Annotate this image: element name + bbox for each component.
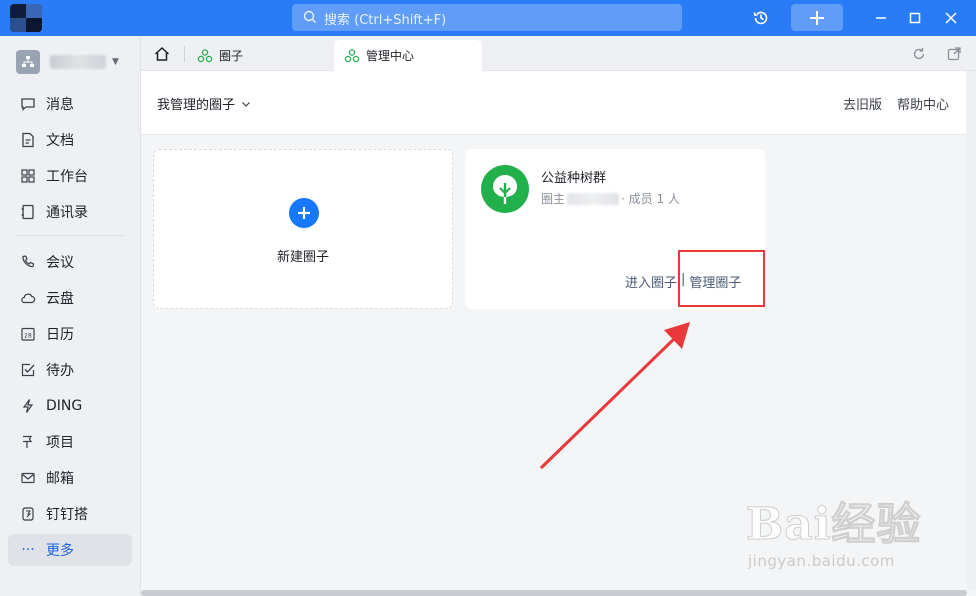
enter-circle-link[interactable]: 进入圈子 xyxy=(625,272,677,291)
dingtalk-builder-icon xyxy=(22,507,34,521)
org-icon xyxy=(16,50,40,74)
create-button[interactable] xyxy=(791,4,843,31)
sidebar-item-more[interactable]: ··· 更多 xyxy=(8,534,132,566)
document-icon xyxy=(22,132,34,148)
new-circle-label: 新建圈子 xyxy=(276,250,329,265)
tree-logo-icon xyxy=(481,165,529,213)
my-circles-dropdown[interactable]: 我管理的圈子 xyxy=(157,94,251,113)
mail-icon xyxy=(21,472,35,484)
sidebar-item-contacts[interactable]: 通讯录 xyxy=(8,196,132,228)
tab-management-center[interactable]: 管理中心 xyxy=(334,40,482,71)
sidebar-item-dingtalk-builder[interactable]: 钉钉搭 xyxy=(8,498,132,530)
search-icon xyxy=(303,10,316,23)
title-bar: 搜索 (Ctrl+Shift+F) xyxy=(0,0,976,36)
more-icon: ··· xyxy=(21,542,35,558)
sidebar-divider xyxy=(16,235,124,236)
annotation-highlight-box xyxy=(678,250,765,307)
sidebar-item-project[interactable]: 项目 xyxy=(8,426,132,458)
sidebar-item-todo[interactable]: 待办 xyxy=(8,354,132,386)
history-button[interactable] xyxy=(746,4,776,31)
svg-text:28: 28 xyxy=(24,333,32,340)
sidebar-item-docs[interactable]: 文档 xyxy=(8,124,132,156)
sidebar-item-meeting[interactable]: 会议 xyxy=(8,246,132,278)
minimize-button[interactable] xyxy=(866,4,896,31)
tab-separator xyxy=(184,46,185,62)
sidebar-item-mail[interactable]: 邮箱 xyxy=(8,462,132,494)
open-external-icon[interactable] xyxy=(947,47,961,61)
org-switcher[interactable]: ▼ xyxy=(16,50,119,74)
todo-icon xyxy=(21,363,35,377)
plus-icon xyxy=(810,10,824,25)
maximize-icon xyxy=(909,12,921,23)
message-icon xyxy=(21,98,35,111)
history-icon xyxy=(753,11,768,24)
calendar-icon: 28 xyxy=(21,327,35,341)
chevron-down-icon xyxy=(242,101,250,107)
tab-circles[interactable]: 圈子 xyxy=(187,40,327,71)
page-header: 我管理的圈子 去旧版 帮助中心 xyxy=(141,71,976,135)
org-name-redacted xyxy=(50,55,106,69)
baidu-jingyan-watermark: Bai经验 jingyan.baidu.com xyxy=(745,499,922,571)
close-button[interactable] xyxy=(936,4,966,31)
circle-group-icon xyxy=(197,48,213,62)
close-icon xyxy=(945,11,957,24)
sidebar-item-ding[interactable]: DING xyxy=(8,390,132,422)
project-icon xyxy=(23,435,33,448)
ding-icon xyxy=(22,399,34,413)
new-circle-card[interactable]: 新建圈子 xyxy=(153,149,453,309)
contacts-icon xyxy=(21,204,34,220)
circle-meta: 圈主 · 成员 1 人 xyxy=(541,192,680,206)
sidebar-item-cloud[interactable]: 云盘 xyxy=(8,282,132,314)
home-icon[interactable] xyxy=(153,45,171,63)
circle-group-icon xyxy=(344,48,360,62)
horizontal-scrollbar[interactable] xyxy=(141,590,967,596)
search-placeholder: 搜索 (Ctrl+Shift+F) xyxy=(324,13,447,28)
add-circle-icon xyxy=(289,198,319,228)
maximize-button[interactable] xyxy=(900,4,930,31)
refresh-icon[interactable] xyxy=(912,47,926,61)
sidebar-item-messages[interactable]: 消息 xyxy=(8,88,132,120)
search-input[interactable]: 搜索 (Ctrl+Shift+F) xyxy=(292,4,682,31)
sidebar-item-workbench[interactable]: 工作台 xyxy=(8,160,132,192)
minimize-icon xyxy=(876,16,886,19)
old-version-link[interactable]: 去旧版 xyxy=(843,94,882,113)
circle-name: 公益种树群 xyxy=(541,171,607,186)
workbench-icon xyxy=(21,169,35,183)
sidebar: ▼ 消息 文档 工作台 通讯录 会议 云盘 28 日历 待办 DING 项目 邮… xyxy=(0,36,141,596)
user-avatar[interactable] xyxy=(10,4,42,32)
sidebar-item-calendar[interactable]: 28 日历 xyxy=(8,318,132,350)
owner-name-redacted xyxy=(567,192,620,205)
caret-down-icon: ▼ xyxy=(112,57,119,67)
help-center-link[interactable]: 帮助中心 xyxy=(897,94,949,113)
tabs-bar: 圈子 管理中心 xyxy=(141,36,976,71)
vertical-scrollbar[interactable] xyxy=(966,71,976,590)
meeting-icon xyxy=(22,255,35,268)
cloud-icon xyxy=(21,293,36,304)
